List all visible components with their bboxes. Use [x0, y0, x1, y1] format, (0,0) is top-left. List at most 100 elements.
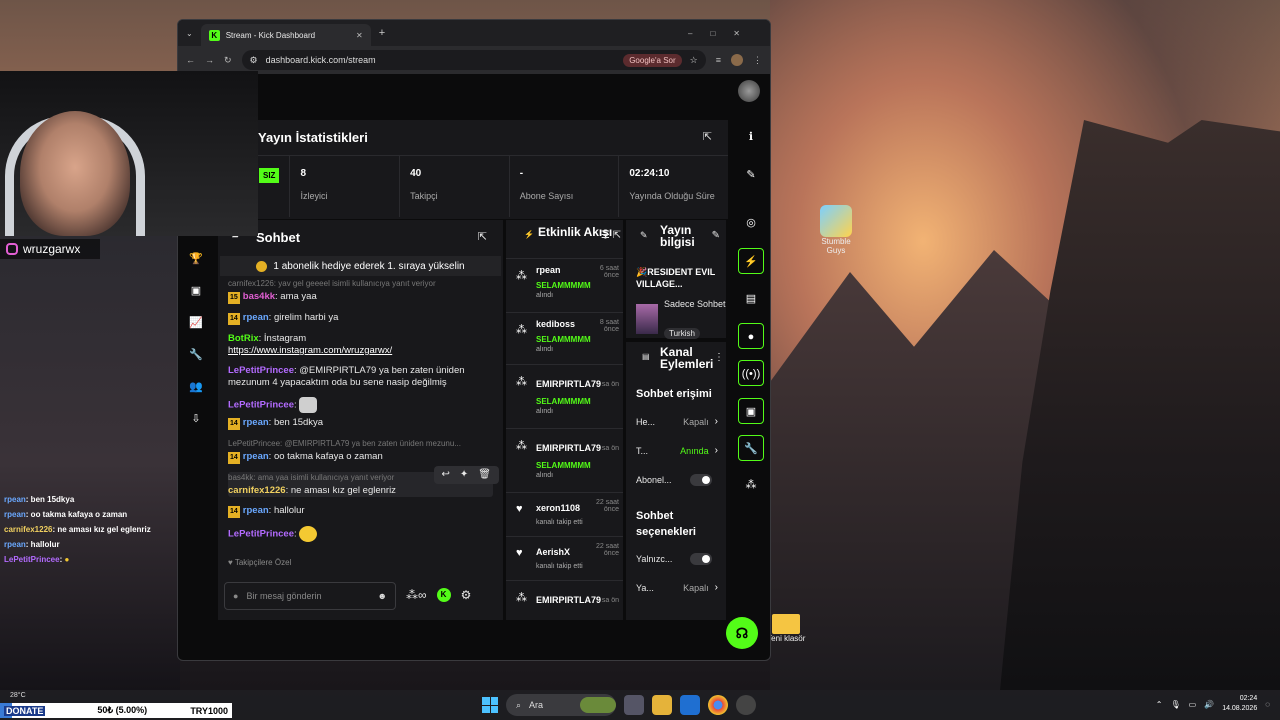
- chat-access-heading: Sohbet erişimi: [636, 388, 712, 400]
- language-tag: Turkish: [664, 328, 700, 339]
- stats-title: Yayın İstatistikleri: [258, 130, 368, 145]
- kick-button-icon[interactable]: K: [436, 588, 451, 602]
- upload-icon[interactable]: ⇩: [186, 412, 206, 444]
- windows-start-icon[interactable]: [482, 697, 498, 713]
- clock[interactable]: 02:24 14.08.2026: [1222, 694, 1257, 714]
- camera-icon[interactable]: ◎: [738, 210, 764, 236]
- pen-icon: ✎: [640, 230, 648, 240]
- window-controls[interactable]: –□✕: [688, 29, 758, 38]
- overlay-chat-line: rpean: hallolur: [4, 540, 60, 549]
- network-icon[interactable]: ▭: [1189, 700, 1197, 709]
- address-bar[interactable]: ⚙ dashboard.kick.com/stream Google'a Sor…: [241, 50, 706, 70]
- google-ask-chip[interactable]: Google'a Sor: [623, 53, 682, 67]
- activity-icon: ⚡: [524, 230, 534, 239]
- tab-search-icon[interactable]: ≡: [716, 55, 721, 65]
- pinned-gift-banner[interactable]: 1 abonelik hediye ederek 1. sıraya yükse…: [220, 256, 501, 276]
- chat-message: LePetitPrincee: @EMIRPIRTLA79 ya ben zat…: [228, 365, 465, 388]
- pin-icon[interactable]: ✦: [460, 469, 468, 481]
- wrench-icon[interactable]: 🔧: [738, 435, 764, 461]
- info-icon[interactable]: ℹ: [738, 124, 764, 150]
- edit-icon[interactable]: ✎: [712, 230, 720, 241]
- option-row[interactable]: Abonel...: [636, 474, 718, 486]
- stream-category[interactable]: Sadece Sohbet: [664, 298, 726, 310]
- close-tab-icon[interactable]: ✕: [356, 31, 363, 40]
- coin-icon: [256, 260, 268, 272]
- app-icon[interactable]: [736, 695, 756, 715]
- mail-icon[interactable]: [680, 695, 700, 715]
- trophy-icon[interactable]: 🏆: [186, 252, 206, 284]
- notes-icon[interactable]: ▤: [738, 286, 764, 312]
- option-row[interactable]: T... Anında ›: [636, 445, 718, 456]
- notifications-icon[interactable]: ◌: [1265, 700, 1270, 709]
- browser-tab[interactable]: K Stream - Kick Dashboard ✕: [200, 24, 371, 46]
- chat-settings-icon[interactable]: ⚙: [461, 588, 472, 602]
- chat-bubble-icon[interactable]: ●: [738, 323, 764, 349]
- support-button-icon[interactable]: ☊: [726, 617, 758, 649]
- file-explorer-icon[interactable]: [652, 695, 672, 715]
- profile-avatar[interactable]: [738, 80, 760, 102]
- tray-chevron-icon[interactable]: ⌃: [1156, 700, 1163, 709]
- tab-list-icon[interactable]: ⌄: [186, 29, 193, 38]
- chat-options-heading: Sohbet seçenekleri: [636, 510, 696, 538]
- desktop-icon-stumble-guys[interactable]: Stumble Guys: [814, 205, 858, 255]
- forward-icon[interactable]: →: [205, 55, 214, 65]
- browser-menu-icon[interactable]: ⋮: [753, 55, 762, 66]
- instagram-link[interactable]: https://www.instagram.com/wruzgarwx/: [228, 345, 392, 356]
- lightning-icon[interactable]: ⚡: [738, 248, 764, 274]
- broadcast-icon[interactable]: ((•)): [738, 360, 764, 386]
- chat-messages: carnifex1226: yav gel geeeel isimli kull…: [228, 278, 499, 546]
- new-tab-icon[interactable]: +: [379, 27, 385, 39]
- screen-icon[interactable]: ▣: [738, 398, 764, 424]
- kicks-icon[interactable]: ⁂: [738, 472, 764, 498]
- activity-event: ⁂ rpean 6 saat önce SELAMMMMM alındı: [506, 258, 623, 312]
- nav-bar: ← → ↻ ⚙ dashboard.kick.com/stream Google…: [178, 46, 770, 74]
- option-row[interactable]: Yalnızc...: [636, 553, 718, 565]
- donate-goal-bar: DONATE 50₺ (5.00%) TRY1000: [0, 703, 232, 718]
- delete-icon[interactable]: 🗑: [478, 469, 491, 481]
- stat-viewers: 8 İzleyici: [289, 156, 399, 217]
- stumble-guys-icon: [820, 205, 852, 237]
- kick-logo-icon: K: [208, 29, 220, 41]
- option-row[interactable]: He... Kapalı ›: [636, 416, 718, 427]
- stat-followers: 40 Takipçi: [399, 156, 509, 217]
- activity-event: ♥ AerishX 22 saat önce kanalı takip etti: [506, 536, 623, 580]
- more-icon[interactable]: ⋮: [714, 352, 724, 363]
- chat-panel: ▰ Sohbet ⇱ 1 abonelik hediye ederek 1. s…: [218, 220, 503, 620]
- kicks-icon[interactable]: ⁂∞: [406, 588, 427, 602]
- bookmark-star-icon[interactable]: ☆: [690, 55, 698, 66]
- activity-feed-panel: ⚡ Etkinlik Akışı ☰ ⇱ ⁂ rpean 6 saat önce …: [506, 220, 623, 620]
- back-icon[interactable]: ←: [186, 55, 195, 65]
- microphone-icon[interactable]: 🎙: [1171, 700, 1181, 709]
- users-icon[interactable]: 👥: [186, 380, 206, 412]
- chat-input[interactable]: ● Bir mesaj gönderin ☻: [224, 582, 396, 610]
- kicks-icon: ⁂: [516, 592, 527, 604]
- emoji-icon[interactable]: ☻: [378, 591, 387, 601]
- toggle-switch[interactable]: [690, 553, 712, 565]
- activity-filter-icon[interactable]: ☰ ⇱: [601, 230, 621, 241]
- option-row[interactable]: Ya... Kapalı ›: [636, 582, 718, 593]
- chat-message-hovered[interactable]: bas4kk: ama yaa isimli kullanıcıya yanıt…: [228, 466, 499, 497]
- weather-widget[interactable]: 28°C: [10, 692, 26, 699]
- analytics-icon[interactable]: 📈: [186, 316, 206, 348]
- toggle-switch[interactable]: [690, 474, 712, 486]
- expand-icon[interactable]: ⇱: [703, 130, 712, 143]
- tools-icon[interactable]: 🔧: [186, 348, 206, 380]
- media-icon[interactable]: ▣: [186, 284, 206, 316]
- activity-event: ⁂ EMIRPIRTLA79 sa ön SELAMMMMM alındı: [506, 364, 623, 428]
- task-view-icon[interactable]: [624, 695, 644, 715]
- taskbar-center: ⌕ Ara: [482, 694, 756, 716]
- chrome-icon[interactable]: [708, 695, 728, 715]
- site-info-icon[interactable]: ⚙: [250, 55, 258, 66]
- chat-popout-icon[interactable]: ⇱: [478, 230, 487, 243]
- browser-avatar[interactable]: [731, 54, 743, 66]
- overlay-chat-line: carnifex1226: ne aması kız gel eglenriz: [4, 525, 151, 534]
- reload-icon[interactable]: ↻: [224, 55, 232, 66]
- taskbar-search[interactable]: ⌕ Ara: [506, 694, 616, 716]
- category-thumbnail: [636, 304, 658, 334]
- volume-icon[interactable]: 🔊: [1204, 700, 1214, 709]
- edit-icon[interactable]: ✎: [738, 162, 764, 188]
- reply-icon[interactable]: ↩: [442, 469, 450, 481]
- instagram-icon: [6, 243, 18, 255]
- stats-row: SIZ 8 İzleyici 40 Takipçi - Abone Sayısı 02…: [178, 155, 728, 217]
- activity-event: ♥ xeron1108 22 saat önce kanalı takip ett…: [506, 492, 623, 536]
